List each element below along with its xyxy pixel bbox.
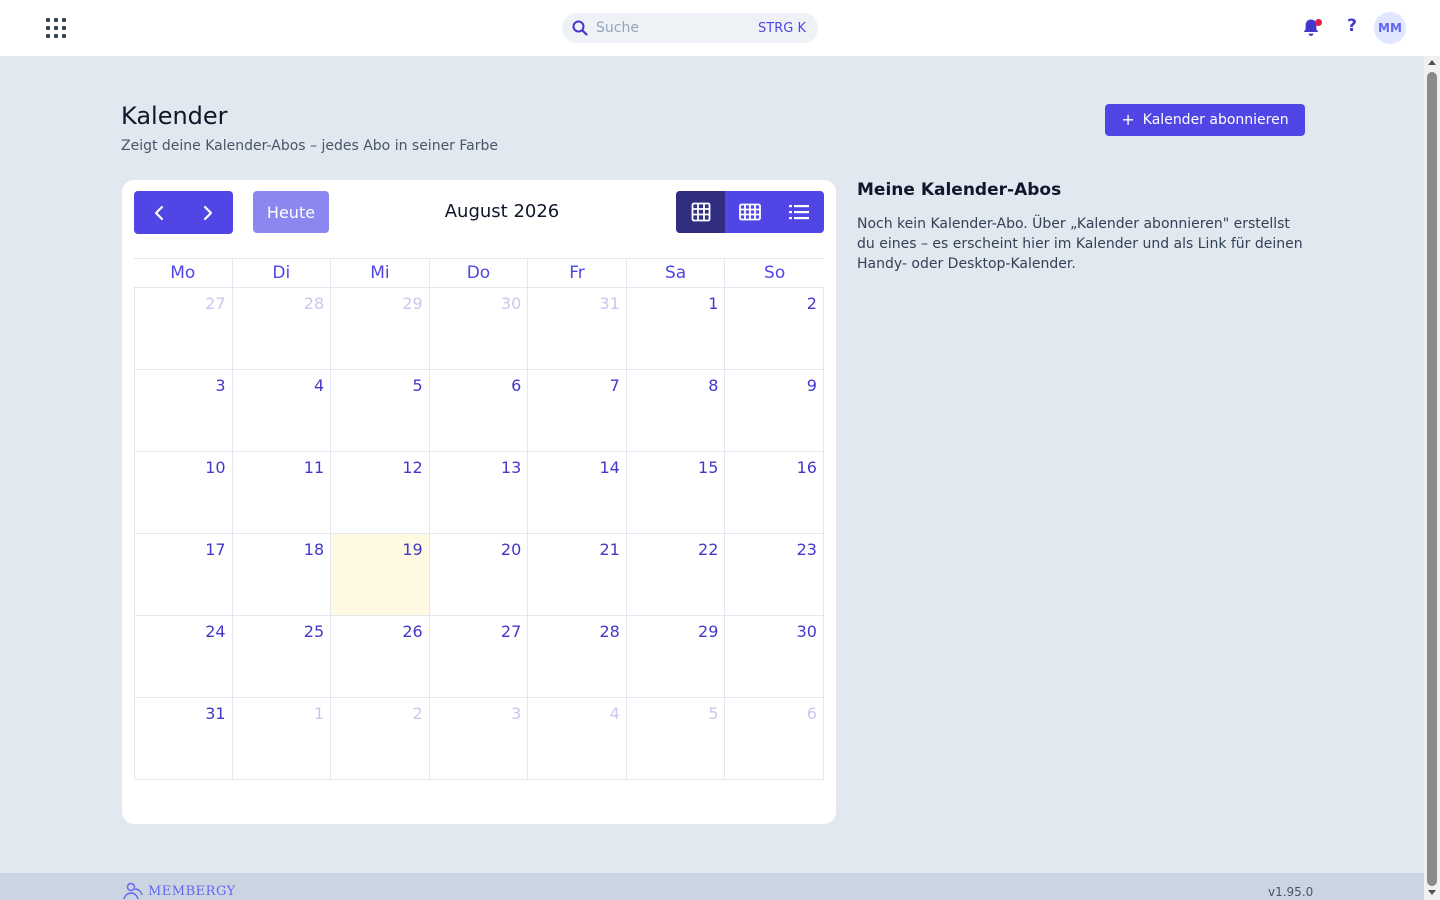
apps-grid-icon[interactable] — [46, 18, 66, 38]
next-month-button[interactable] — [184, 191, 234, 234]
scroll-thumb[interactable] — [1427, 72, 1437, 886]
weekday-header: Fr — [528, 259, 627, 287]
day-cell[interactable]: 16 — [725, 452, 824, 533]
subscribe-calendar-button[interactable]: + Kalender abonnieren — [1105, 104, 1305, 136]
day-cell[interactable]: 25 — [233, 616, 332, 697]
footer-logo-text: MEMBERGY — [148, 883, 236, 899]
day-cell[interactable]: 28 — [233, 288, 332, 369]
day-cell[interactable]: 12 — [331, 452, 430, 533]
month-nav-group — [134, 191, 233, 234]
week-row: 10 11 12 13 14 15 16 — [134, 452, 824, 534]
calendar-card: Heute August 2026 Mo Di Mi Do Fr Sa So 27 28 29 3… — [122, 180, 836, 824]
membergy-logo[interactable]: MEMBERGY — [122, 882, 236, 900]
day-cell[interactable]: 7 — [528, 370, 627, 451]
month-view-button[interactable] — [676, 191, 726, 233]
page-footer: MEMBERGY v1.95.0 — [0, 873, 1424, 900]
weekday-header: Do — [430, 259, 529, 287]
day-cell[interactable]: 31 — [528, 288, 627, 369]
chevron-right-icon — [204, 205, 213, 220]
weekday-header: So — [764, 263, 786, 283]
help-button[interactable]: ? — [1342, 16, 1362, 40]
weekday-header-row: Mo Di Mi Do Fr Sa So — [134, 258, 824, 288]
day-cell[interactable]: 2 — [331, 698, 430, 779]
month-grid: Mo Di Mi Do Fr Sa So 27 28 29 30 31 1 2 3 4 5 6 7 8 9 10 11 12… — [134, 258, 824, 780]
day-cell[interactable]: 14 — [528, 452, 627, 533]
day-cell[interactable]: 18 — [233, 534, 332, 615]
search-shortcut-hint: STRG K — [758, 20, 806, 36]
membergy-logo-icon — [123, 882, 143, 900]
month-title: August 2026 — [444, 201, 560, 222]
weekday-header: Sa — [627, 259, 726, 287]
today-button[interactable]: Heute — [253, 191, 329, 233]
day-cell[interactable]: 15 — [627, 452, 726, 533]
day-cell[interactable]: 17 — [134, 534, 233, 615]
day-cell[interactable]: 22 — [627, 534, 726, 615]
day-cell[interactable]: 5 — [627, 698, 726, 779]
day-cell[interactable]: 1 — [233, 698, 332, 779]
day-cell[interactable]: 8 — [627, 370, 726, 451]
subscriptions-empty-text: Noch kein Kalender-Abo. Über „Kalender a… — [857, 216, 1303, 272]
notifications-bell-icon[interactable] — [1302, 18, 1322, 38]
day-cell[interactable]: 6 — [430, 370, 529, 451]
scroll-up-arrow-icon[interactable] — [1428, 60, 1436, 65]
page-title: Kalender — [121, 102, 228, 130]
day-cell[interactable]: 23 — [725, 534, 824, 615]
week-row: 31 1 2 3 4 5 6 — [134, 698, 824, 780]
previous-month-button[interactable] — [134, 191, 184, 234]
day-cell[interactable]: 3 — [134, 370, 233, 451]
weekday-header: Di — [233, 259, 332, 287]
day-cell[interactable]: 29 — [331, 288, 430, 369]
day-cell[interactable]: 6 — [725, 698, 824, 779]
notification-badge — [1315, 19, 1322, 26]
week-view-button[interactable] — [725, 191, 774, 233]
day-cell[interactable]: 29 — [627, 616, 726, 697]
subscribe-calendar-label: Kalender abonnieren — [1142, 112, 1289, 128]
day-cell[interactable]: 10 — [134, 452, 233, 533]
list-view-button[interactable] — [775, 191, 824, 233]
view-switcher — [676, 191, 824, 233]
day-cell[interactable]: 27 — [134, 288, 233, 369]
scroll-down-arrow-icon[interactable] — [1428, 890, 1436, 895]
search-input[interactable] — [596, 20, 759, 36]
day-cell[interactable]: 1 — [627, 288, 726, 369]
search-icon — [572, 19, 590, 37]
day-cell[interactable]: 31 — [134, 698, 233, 779]
day-cell[interactable]: 30 — [725, 616, 824, 697]
plus-icon: + — [1121, 110, 1135, 129]
day-cell-today[interactable]: 19 — [331, 534, 430, 615]
day-cell[interactable]: 9 — [725, 370, 824, 451]
week-row: 24 25 26 27 28 29 30 — [134, 616, 824, 698]
week-row: 27 28 29 30 31 1 2 — [134, 288, 824, 370]
month-grid-icon — [691, 202, 711, 222]
day-cell[interactable]: 28 — [528, 616, 627, 697]
page-subtitle: Zeigt deine Kalender-Abos – jedes Abo in… — [121, 138, 498, 154]
day-cell[interactable]: 5 — [331, 370, 430, 451]
day-cell[interactable]: 13 — [430, 452, 529, 533]
day-cell[interactable]: 4 — [528, 698, 627, 779]
chevron-left-icon — [154, 205, 163, 220]
day-cell[interactable]: 20 — [430, 534, 529, 615]
week-row: 17 18 19 20 21 22 23 — [134, 534, 824, 616]
day-cell[interactable]: 21 — [528, 534, 627, 615]
day-cell[interactable]: 2 — [725, 288, 824, 369]
weekday-header: Mi — [331, 259, 430, 287]
day-cell[interactable]: 30 — [430, 288, 529, 369]
week-grid-icon — [739, 203, 761, 221]
search-box[interactable]: STRG K — [562, 13, 818, 43]
user-avatar[interactable]: MM — [1374, 12, 1406, 44]
top-bar: STRG K ? MM — [0, 0, 1440, 56]
day-cell[interactable]: 11 — [233, 452, 332, 533]
page-scrollbar[interactable] — [1424, 56, 1440, 900]
day-cell[interactable]: 27 — [430, 616, 529, 697]
list-icon — [789, 205, 810, 220]
day-cell[interactable]: 24 — [134, 616, 233, 697]
day-cell[interactable]: 26 — [331, 616, 430, 697]
month-weeks: 27 28 29 30 31 1 2 3 4 5 6 7 8 9 10 11 12 13 14 15 16 17 18 19 2… — [134, 288, 824, 780]
week-row: 3456789 — [134, 370, 824, 452]
day-cell[interactable]: 3 — [430, 698, 529, 779]
subscriptions-title: Meine Kalender-Abos — [857, 180, 1062, 200]
weekday-header: Mo — [134, 259, 233, 287]
app-version: v1.95.0 — [1268, 885, 1314, 899]
day-cell[interactable]: 4 — [233, 370, 332, 451]
